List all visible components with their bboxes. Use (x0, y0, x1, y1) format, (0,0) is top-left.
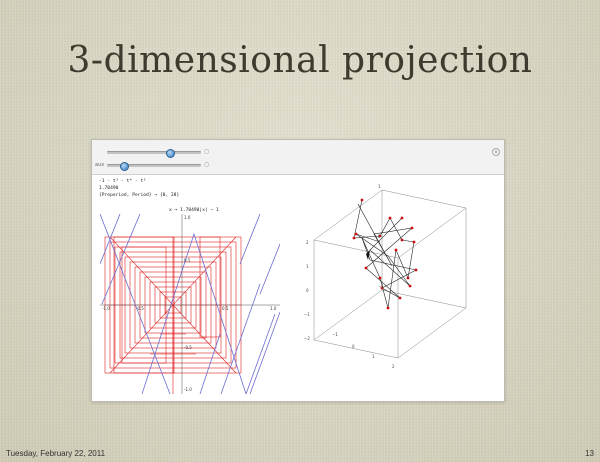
slider-2-thumb[interactable] (119, 162, 129, 171)
x-tick: 2 (392, 364, 395, 369)
cobweb-plot: -1.0 -0.5 0.5 1.0 1.0 0.5 -0.5 -1.0 (100, 214, 280, 394)
slider-1-options-button[interactable]: ○ (204, 148, 209, 156)
control-row-2: aux ○ (92, 159, 504, 171)
page-number: 13 (585, 449, 594, 458)
y-tick: 0.5 (184, 258, 191, 263)
x-tick: -0.5 (136, 306, 144, 311)
parameter-value: 1.70490 (99, 186, 119, 191)
projection-3d-plot: 1 0 −1 2 1 0 −1 −2 −1 0 1 2 (304, 184, 467, 369)
x-tick: 1.0 (270, 306, 277, 311)
trajectory-lines (353, 199, 417, 309)
y-tick: -1.0 (184, 387, 192, 392)
map-formula: x → 1.70490|x| − 1 (169, 208, 219, 213)
polynomial-line: -1 - t³ - t⁴ - t⁵ (99, 179, 147, 184)
x-tick: 1 (372, 354, 375, 359)
slider-1-thumb[interactable] (165, 149, 175, 158)
x-tick: −1 (332, 332, 338, 337)
close-icon[interactable]: ⊗ (492, 148, 500, 156)
controls-area: ○ ⊗ aux ○ (92, 140, 504, 175)
x-tick: -1.0 (102, 306, 110, 311)
y-tick: 2 (306, 240, 309, 245)
slider-1-track[interactable] (107, 149, 201, 158)
manipulate-panel: ○ ⊗ aux ○ -1 - t³ - t⁴ - t⁵ 1.70490 {Pre… (91, 139, 505, 402)
y-tick: 1.0 (184, 215, 191, 220)
x-tick: 0 (352, 344, 355, 349)
y-tick: -0.5 (184, 345, 192, 350)
z-tick: −1 (378, 284, 384, 289)
tent-map-lines (100, 214, 280, 394)
slide-title: 3-dimensional projection (67, 40, 533, 81)
y-tick: 1 (306, 264, 309, 269)
slider-2-label: aux (95, 162, 105, 168)
control-row-1: ○ ⊗ (92, 146, 504, 158)
footer-date: Tuesday, February 22, 2011 (6, 449, 106, 458)
x-tick: 0.5 (222, 306, 229, 311)
slider-2-options-button[interactable]: ○ (204, 161, 209, 169)
preperiod-period: {Preperiod, Period} → {0, 28} (99, 193, 180, 198)
y-tick: −1 (304, 312, 310, 317)
output-text: -1 - t³ - t⁴ - t⁵ 1.70490 {Preperiod, Pe… (99, 178, 179, 199)
y-tick: 0 (306, 288, 309, 293)
y-tick: −2 (304, 336, 310, 341)
slider-2-track[interactable] (107, 162, 201, 171)
z-tick: 1 (378, 184, 381, 189)
tick-labels-3d: 1 0 −1 2 1 0 −1 −2 −1 0 1 2 (304, 184, 395, 369)
